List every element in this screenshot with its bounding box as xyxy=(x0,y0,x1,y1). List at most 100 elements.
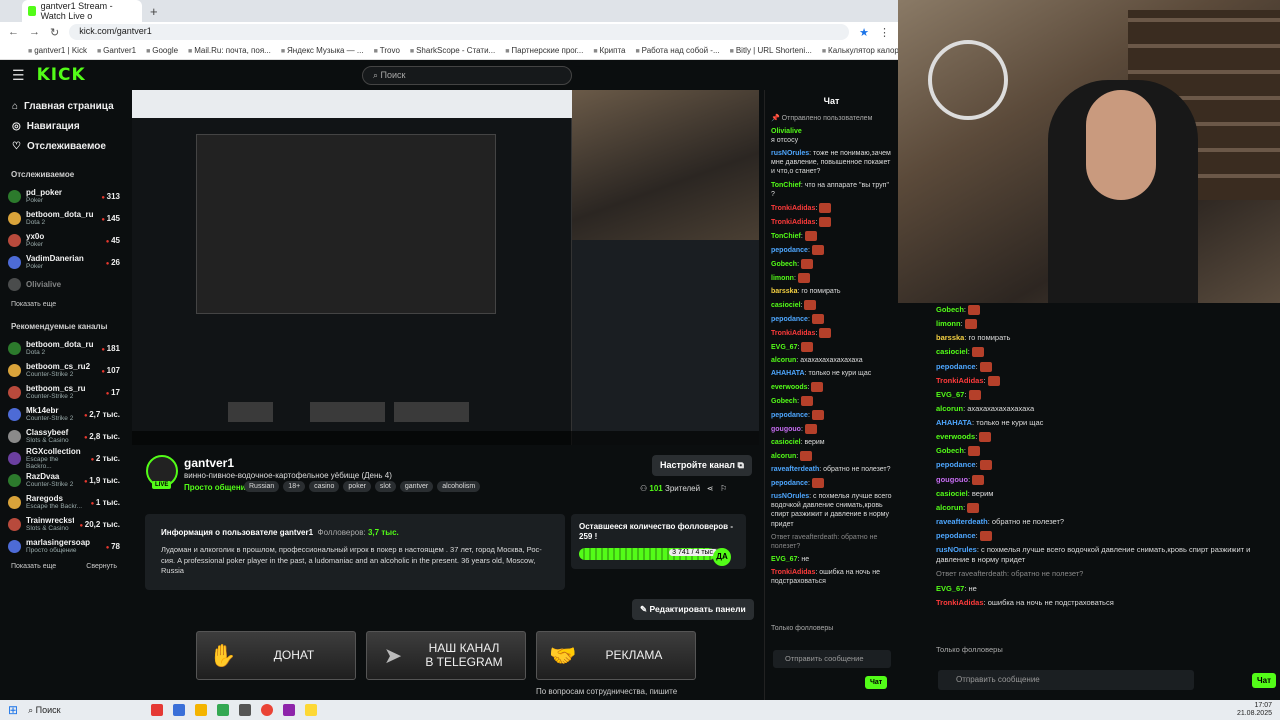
chat-username[interactable]: raveafterdeath xyxy=(936,517,988,526)
chat-username[interactable]: alcorun xyxy=(936,404,963,413)
bookmark-item[interactable]: Калькулятор калор... xyxy=(822,46,898,55)
chat-username[interactable]: barsska xyxy=(936,333,964,342)
sidebar-channel[interactable]: pd_pokerPoker 313 xyxy=(8,185,120,207)
chat-username[interactable]: pepodance xyxy=(771,247,808,254)
bookmark-item[interactable]: Крипта xyxy=(593,46,626,55)
chat-username[interactable]: limonn xyxy=(936,319,961,328)
chat-username[interactable]: pepodance xyxy=(936,531,976,540)
nav-item[interactable]: ⌂ Главная страница xyxy=(12,96,120,116)
stream-tag[interactable]: poker xyxy=(343,481,371,492)
chat-username[interactable]: EVG_67 xyxy=(936,584,964,593)
telegram-panel-button[interactable]: ➤ НАШ КАНАЛ В TELEGRAM xyxy=(366,631,526,680)
chat-username[interactable]: rusNOrules xyxy=(771,493,809,500)
chat-username[interactable]: Gobech xyxy=(936,305,964,314)
chat-username[interactable]: everwoods xyxy=(771,384,808,391)
url-field[interactable]: kick.com/gantver1 xyxy=(69,24,850,40)
sidebar-channel[interactable]: RazDvaaCounter-Strike 2 1,9 тыс. xyxy=(8,469,120,491)
chat-username[interactable]: rusNOrules xyxy=(771,150,809,157)
menu-icon[interactable]: ⋮ xyxy=(879,26,890,39)
browser-tab[interactable]: gantver1 Stream - Watch Live o xyxy=(22,0,142,22)
chat-username[interactable]: AHAHATA xyxy=(771,370,805,377)
stream-category[interactable]: Просто общение xyxy=(184,483,250,492)
system-clock[interactable]: 17:07 21.08.2025 xyxy=(1237,702,1272,717)
stream-tag[interactable]: Russian xyxy=(244,481,280,492)
video-controls[interactable] xyxy=(132,431,759,445)
sidebar-channel[interactable]: RGXcollectionEscape the Backro... 2 тыс. xyxy=(8,447,120,470)
bookmark-item[interactable]: Gantver1 xyxy=(97,46,136,55)
sidebar-channel[interactable]: TrainwreckstvSlots & Casino 20,2 тыс. xyxy=(8,513,120,535)
bookmark-star-icon[interactable]: ★ xyxy=(859,26,869,39)
app-icon[interactable] xyxy=(194,704,207,716)
stream-tag[interactable]: alcoholism xyxy=(437,481,481,492)
sidebar-channel[interactable]: yx0oPoker 45 xyxy=(8,229,120,251)
chat-username[interactable]: EVG_67 xyxy=(936,390,964,399)
chat-input[interactable]: Отправить сообщение xyxy=(773,650,891,668)
chrome-icon[interactable] xyxy=(260,704,273,716)
chat-username[interactable]: gougouo xyxy=(771,426,801,433)
show-more-recommended[interactable]: Показать еще xyxy=(11,563,56,570)
chat-username[interactable]: TronkiAdidas xyxy=(771,330,815,337)
stream-tag[interactable]: gantver xyxy=(399,481,434,492)
collapse-link[interactable]: Свернуть xyxy=(86,563,117,570)
bookmark-item[interactable]: SharkScope - Стати... xyxy=(410,46,495,55)
bookmark-item[interactable]: Google xyxy=(146,46,178,55)
overlay-chat-send-button[interactable]: Чат xyxy=(1252,673,1276,688)
pinned-user[interactable]: Olivialive xyxy=(771,128,802,135)
chat-username[interactable]: Gobech xyxy=(771,261,797,268)
reload-icon[interactable]: ↻ xyxy=(50,26,59,39)
ads-panel-button[interactable]: 🤝 РЕКЛАМА xyxy=(536,631,696,680)
chat-username[interactable]: rusNOrules xyxy=(936,545,977,554)
chat-username[interactable]: everwoods xyxy=(936,432,975,441)
chat-username[interactable]: pepodance xyxy=(771,480,808,487)
chat-username[interactable]: gougouo xyxy=(936,475,968,484)
chat-username[interactable]: casiociel xyxy=(771,439,801,446)
sidebar-channel[interactable]: betboom_cs_ru2Counter-Strike 2 107 xyxy=(8,359,120,381)
chat-username[interactable]: TonChief xyxy=(771,233,801,240)
sidebar-channel[interactable]: betboom_cs_ruCounter-Strike 2 17 xyxy=(8,381,120,403)
mod-icon[interactable]: ⚐ xyxy=(720,484,727,493)
bookmark-item[interactable]: Trovo xyxy=(374,46,400,55)
chat-username[interactable]: limonn xyxy=(771,275,794,282)
app-icon[interactable] xyxy=(304,704,317,716)
chat-username[interactable]: alcorun xyxy=(936,503,963,512)
sidebar-channel[interactable]: betboom_dota_ruDota 2 145 xyxy=(8,207,120,229)
bookmark-item[interactable]: gantver1 | Kick xyxy=(28,46,87,55)
search-input[interactable]: ⌕ Поиск xyxy=(362,66,572,85)
chat-username[interactable]: casiociel xyxy=(936,347,968,356)
chat-username[interactable]: casiociel xyxy=(936,489,968,498)
chat-username[interactable]: TonChief xyxy=(771,182,801,189)
sidebar-channel[interactable]: RaregodsEscape the Backr... 1 тыс. xyxy=(8,491,120,513)
chat-username[interactable]: EVG_67 xyxy=(771,556,797,563)
chat-username[interactable]: alcorun xyxy=(771,453,796,460)
sidebar-channel[interactable]: VadimDanerianPoker 26 xyxy=(8,251,120,273)
overlay-chat-input[interactable]: Отправить сообщение xyxy=(938,670,1194,690)
bookmark-item[interactable]: Работа над собой -... xyxy=(635,46,720,55)
bookmark-item[interactable]: Bitly | URL Shorteni... xyxy=(730,46,812,55)
app-icon[interactable] xyxy=(150,704,163,716)
chat-username[interactable]: barsska xyxy=(771,288,797,295)
share-icon[interactable]: ⋖ xyxy=(707,484,714,493)
app-icon[interactable] xyxy=(282,704,295,716)
kick-logo[interactable]: KICK xyxy=(37,65,86,85)
nav-item[interactable]: ♡ Отслеживаемое xyxy=(12,136,120,156)
chat-username[interactable]: pepodance xyxy=(771,412,808,419)
sidebar-channel[interactable]: Olivialive xyxy=(8,273,120,295)
app-icon[interactable] xyxy=(216,704,229,716)
show-more-followed[interactable]: Показать еще xyxy=(11,301,56,308)
chat-send-button[interactable]: Чат xyxy=(865,676,888,689)
chat-username[interactable]: Gobech xyxy=(936,446,964,455)
chat-username[interactable]: raveafterdeath xyxy=(771,466,819,473)
chat-username[interactable]: casiociel xyxy=(771,302,801,309)
donate-panel-button[interactable]: ✋ ДОНАТ xyxy=(196,631,356,680)
app-icon[interactable] xyxy=(172,704,185,716)
edit-panels-button[interactable]: ✎ Редактировать панели xyxy=(632,599,754,620)
chat-username[interactable]: TronkiAdidas xyxy=(771,569,815,576)
sidebar-channel[interactable]: marlasingersoapПросто общение 78 xyxy=(8,535,120,557)
app-icon[interactable] xyxy=(238,704,251,716)
sidebar-channel[interactable]: Mk14ebrCounter-Strike 2 2,7 тыс. xyxy=(8,403,120,425)
hamburger-menu-icon[interactable]: ☰ xyxy=(12,67,25,84)
chat-username[interactable]: alcorun xyxy=(771,357,796,364)
stream-tag[interactable]: slot xyxy=(374,481,396,492)
chat-username[interactable]: pepodance xyxy=(936,460,976,469)
chat-username[interactable]: AHAHATA xyxy=(936,418,972,427)
